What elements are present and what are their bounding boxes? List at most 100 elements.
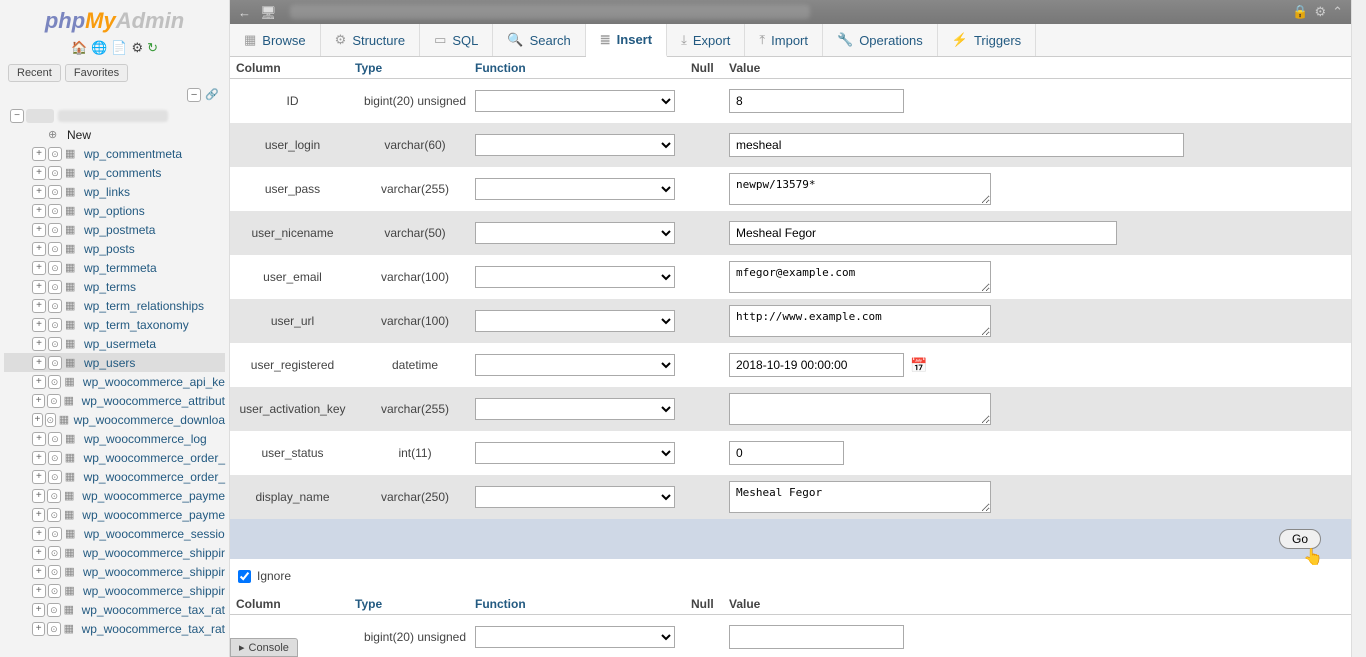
tree-expand-icon[interactable]: + <box>32 565 46 579</box>
function-select[interactable] <box>475 222 675 244</box>
value-input[interactable] <box>729 353 904 377</box>
tree-table-label[interactable]: wp_term_relationships <box>84 299 204 313</box>
refresh-icon[interactable]: ↻ <box>147 40 158 56</box>
tree-expand-icon[interactable]: + <box>32 185 46 199</box>
tree-table-label[interactable]: wp_options <box>84 204 145 218</box>
hdr2-type[interactable]: Type <box>355 597 475 611</box>
tab-structure[interactable]: ⚙Structure <box>321 24 420 56</box>
tree-target-icon[interactable]: ⊙ <box>47 489 60 503</box>
recent-tab[interactable]: Recent <box>8 64 61 82</box>
tree-table-label[interactable]: wp_terms <box>84 280 136 294</box>
tree-target-icon[interactable]: ⊙ <box>48 527 62 541</box>
tree-expand-icon[interactable]: + <box>32 356 46 370</box>
tree-expand-icon[interactable]: + <box>32 489 45 503</box>
tree-target-icon[interactable]: ⊙ <box>48 337 62 351</box>
tree-table-node[interactable]: +⊙▦wp_woocommerce_sessio <box>4 524 225 543</box>
tree-target-icon[interactable]: ⊙ <box>47 603 60 617</box>
tree-target-icon[interactable]: ⊙ <box>48 356 62 370</box>
value-textarea[interactable] <box>729 393 991 425</box>
hdr-function[interactable]: Function <box>475 61 691 75</box>
tree-target-icon[interactable]: ⊙ <box>48 147 62 161</box>
world-icon[interactable]: 🌐 <box>91 40 107 56</box>
tree-new-node[interactable]: ⊕ New <box>4 125 225 144</box>
tree-target-icon[interactable]: ⊙ <box>48 223 62 237</box>
tree-table-label[interactable]: wp_woocommerce_shippir <box>83 584 225 598</box>
function-select[interactable] <box>475 486 675 508</box>
server-icon[interactable]: 🖥 <box>260 5 274 19</box>
hdr2-function[interactable]: Function <box>475 597 691 611</box>
tab-operations[interactable]: 🔧Operations <box>823 24 938 56</box>
value-input[interactable] <box>729 441 844 465</box>
tree-table-label[interactable]: wp_woocommerce_shippir <box>83 565 225 579</box>
tree-table-label[interactable]: wp_usermeta <box>84 337 156 351</box>
tree-table-node[interactable]: +⊙▦wp_woocommerce_attribut <box>4 391 225 410</box>
row2-value-input[interactable] <box>729 625 904 649</box>
value-input[interactable] <box>729 221 1117 245</box>
tree-expand-icon[interactable]: + <box>32 147 46 161</box>
tree-table-node[interactable]: +⊙▦wp_postmeta <box>4 220 225 239</box>
tree-table-node[interactable]: +⊙▦wp_woocommerce_tax_rat <box>4 600 225 619</box>
home-icon[interactable]: 🏠 <box>71 40 87 56</box>
tree-table-node[interactable]: +⊙▦wp_comments <box>4 163 225 182</box>
tree-table-label[interactable]: wp_woocommerce_order_ <box>84 451 225 465</box>
tree-target-icon[interactable]: ⊙ <box>48 185 62 199</box>
tree-table-label[interactable]: wp_users <box>84 356 135 370</box>
console-toggle[interactable]: ▸ Console <box>230 638 298 657</box>
gear-icon[interactable]: ⚙ <box>132 40 144 56</box>
tree-table-node[interactable]: +⊙▦wp_woocommerce_order_ <box>4 448 225 467</box>
tree-table-node[interactable]: +⊙▦wp_term_relationships <box>4 296 225 315</box>
tree-expand-icon[interactable]: + <box>32 603 45 617</box>
tree-table-node[interactable]: +⊙▦wp_termmeta <box>4 258 225 277</box>
tree-expand-icon[interactable]: + <box>32 337 46 351</box>
tree-target-icon[interactable]: ⊙ <box>48 166 62 180</box>
tab-insert[interactable]: ≣Insert <box>586 24 667 57</box>
tab-import[interactable]: ⤒Import <box>745 24 823 56</box>
tree-target-icon[interactable]: ⊙ <box>48 280 62 294</box>
row2-function-select[interactable] <box>475 626 675 648</box>
tree-table-node[interactable]: +⊙▦wp_woocommerce_downloa <box>4 410 225 429</box>
tree-table-label[interactable]: wp_links <box>84 185 130 199</box>
tree-expand-icon[interactable]: + <box>32 451 46 465</box>
settings-gear-icon[interactable]: ⚙ <box>1314 4 1326 20</box>
tree-target-icon[interactable]: ⊙ <box>47 622 60 636</box>
tree-table-node[interactable]: +⊙▦wp_users <box>4 353 225 372</box>
favorites-tab[interactable]: Favorites <box>65 64 128 82</box>
nav-left-icon[interactable]: ← <box>238 5 252 19</box>
tree-table-node[interactable]: +⊙▦wp_term_taxonomy <box>4 315 225 334</box>
function-select[interactable] <box>475 354 675 376</box>
tab-sql[interactable]: ▭SQL <box>420 24 493 56</box>
tree-target-icon[interactable]: ⊙ <box>48 432 62 446</box>
collapse-minus-icon[interactable]: − <box>187 88 201 102</box>
tree-expand-icon[interactable]: + <box>32 413 43 427</box>
tree-table-label[interactable]: wp_woocommerce_sessio <box>84 527 225 541</box>
tree-table-label[interactable]: wp_woocommerce_api_ke <box>83 375 225 389</box>
tree-target-icon[interactable]: ⊙ <box>48 451 62 465</box>
tree-table-label[interactable]: wp_termmeta <box>84 261 157 275</box>
tree-table-label[interactable]: wp_commentmeta <box>84 147 182 161</box>
ignore-checkbox[interactable] <box>238 570 251 583</box>
value-textarea[interactable]: mfegor@example.com <box>729 261 991 293</box>
scrollbar[interactable] <box>1351 0 1366 657</box>
tree-target-icon[interactable]: ⊙ <box>48 261 62 275</box>
tree-table-node[interactable]: +⊙▦wp_woocommerce_payme <box>4 505 225 524</box>
value-input[interactable] <box>729 89 904 113</box>
tree-table-node[interactable]: +⊙▦wp_terms <box>4 277 225 296</box>
tree-table-label[interactable]: wp_woocommerce_payme <box>82 489 225 503</box>
tree-expand-icon[interactable]: + <box>32 375 46 389</box>
tree-table-node[interactable]: +⊙▦wp_links <box>4 182 225 201</box>
tree-table-node[interactable]: +⊙▦wp_woocommerce_shippir <box>4 543 225 562</box>
tree-table-label[interactable]: wp_woocommerce_shippir <box>83 546 225 560</box>
tree-table-node[interactable]: +⊙▦wp_woocommerce_log <box>4 429 225 448</box>
tree-expand-icon[interactable]: + <box>32 166 46 180</box>
tree-expand-icon[interactable]: + <box>32 546 46 560</box>
function-select[interactable] <box>475 266 675 288</box>
tree-table-label[interactable]: wp_woocommerce_downloa <box>74 413 225 427</box>
tree-target-icon[interactable]: ⊙ <box>48 204 62 218</box>
tree-expand-icon[interactable]: + <box>32 432 46 446</box>
tree-db-label[interactable] <box>58 110 168 122</box>
tree-target-icon[interactable]: ⊙ <box>48 584 62 598</box>
function-select[interactable] <box>475 442 675 464</box>
lock-icon[interactable]: 🔒 <box>1292 4 1308 20</box>
value-textarea[interactable]: newpw/13579* <box>729 173 991 205</box>
tree-table-label[interactable]: wp_woocommerce_tax_rat <box>82 603 225 617</box>
